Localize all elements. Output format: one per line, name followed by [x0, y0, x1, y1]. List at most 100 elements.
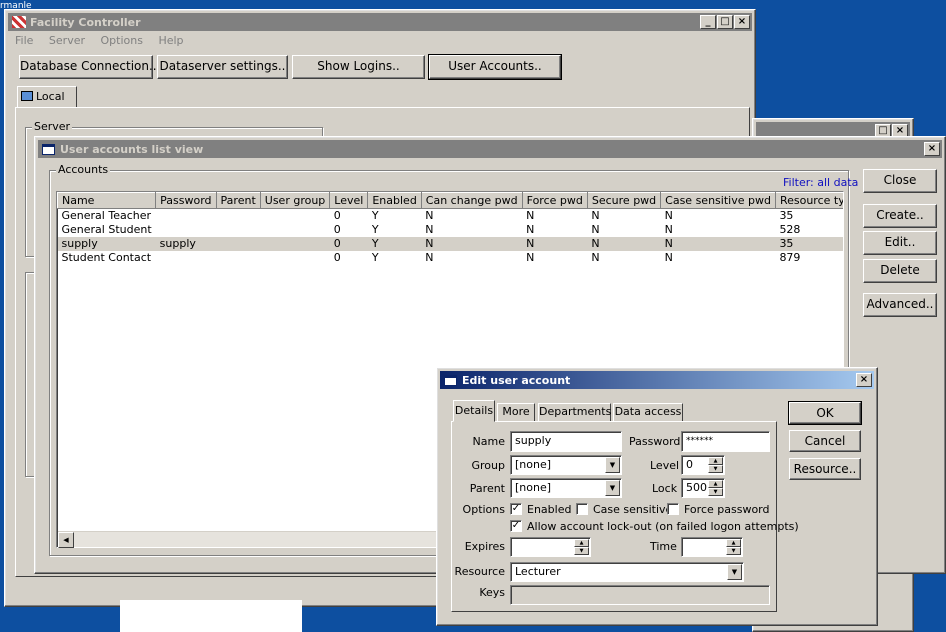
spin-down-icon[interactable]: ▼: [708, 488, 723, 496]
spin-down-icon[interactable]: ▼: [726, 547, 741, 555]
table-cell: 0: [333, 251, 341, 264]
filter-label[interactable]: Filter: all data: [783, 176, 858, 189]
table-cell: [156, 223, 216, 237]
force-password-label: Force password: [684, 503, 770, 516]
advanced-button[interactable]: Advanced..: [863, 293, 937, 317]
edit-button[interactable]: Edit..: [863, 231, 937, 255]
database-connection-button[interactable]: Database Connection..: [19, 55, 157, 79]
table-cell: Y: [371, 223, 379, 236]
table-cell: supply: [155, 236, 217, 251]
lockout-checkbox[interactable]: ✓: [510, 520, 522, 532]
time-input[interactable]: ▲ ▼: [681, 537, 743, 557]
col-header-level[interactable]: Level: [329, 192, 369, 209]
spin-up-icon[interactable]: ▲: [708, 457, 723, 465]
dialog-title-bar[interactable]: Edit user account ×: [440, 371, 874, 389]
create-button[interactable]: Create..: [863, 204, 937, 228]
table-cell: Y: [371, 251, 379, 264]
parent-label: Parent: [469, 482, 505, 495]
expires-spin-buttons[interactable]: ▲ ▼: [574, 539, 589, 555]
table-row[interactable]: supply supply 0 Y N N N N 35: [57, 236, 843, 251]
spin-down-icon[interactable]: ▼: [708, 465, 723, 473]
edit-user-account-dialog: Edit user account × Details More Departm…: [436, 367, 878, 626]
tab-more[interactable]: More: [497, 403, 535, 421]
password-input[interactable]: ******: [681, 431, 770, 452]
show-logins-button[interactable]: Show Logins..: [292, 55, 425, 79]
chevron-down-icon[interactable]: ▼: [605, 480, 620, 496]
dialog-close-button[interactable]: ×: [856, 373, 872, 387]
cancel-button[interactable]: Cancel: [789, 430, 861, 452]
table-cell: 35: [775, 236, 843, 251]
menu-file[interactable]: File: [15, 34, 33, 47]
col-header-secure-pwd[interactable]: Secure pwd: [586, 192, 662, 209]
enabled-checkbox[interactable]: ✓: [510, 503, 522, 515]
spin-up-icon[interactable]: ▲: [726, 539, 741, 547]
lockout-label: Allow account lock-out (on failed logon …: [527, 520, 799, 533]
col-header-resource-type[interactable]: Resource type: [774, 192, 843, 209]
table-cell: [260, 209, 330, 223]
lock-stepper[interactable]: 500 ▲ ▼: [681, 478, 725, 498]
scroll-left-button[interactable]: ◀: [58, 532, 74, 548]
user-accounts-button[interactable]: User Accounts..: [428, 54, 562, 80]
tab-details[interactable]: Details: [453, 400, 495, 422]
expires-input[interactable]: ▲ ▼: [510, 537, 591, 557]
table-cell: General Student: [61, 223, 152, 236]
delete-button[interactable]: Delete: [863, 259, 937, 283]
spin-down-icon[interactable]: ▼: [574, 547, 589, 555]
col-header-name[interactable]: Name: [57, 192, 157, 209]
list-title-bar[interactable]: User accounts list view ×: [38, 140, 942, 158]
table-cell: 0: [333, 223, 341, 236]
maximize-button[interactable]: □: [717, 15, 733, 29]
main-title-bar[interactable]: Facility Controller _ □ ×: [8, 13, 752, 31]
tab-data-access[interactable]: Data access: [613, 403, 683, 421]
resource-select[interactable]: Lecturer ▼: [510, 562, 744, 582]
table-cell: N: [591, 209, 600, 223]
tab-local-label: Local: [36, 90, 65, 103]
time-spin-buttons[interactable]: ▲ ▼: [726, 539, 741, 555]
chevron-down-icon[interactable]: ▼: [727, 564, 742, 580]
col-header-can-change-pwd[interactable]: Can change pwd: [420, 192, 523, 209]
force-password-checkbox[interactable]: [667, 503, 679, 515]
table-row[interactable]: General Teacher 0 Y N N N N 35: [58, 209, 844, 223]
resource-button[interactable]: Resource..: [789, 458, 861, 480]
table-cell: N: [522, 236, 588, 251]
tab-local[interactable]: Local: [17, 86, 77, 108]
lock-spin-buttons[interactable]: ▲ ▼: [708, 480, 723, 496]
menu-options[interactable]: Options: [101, 34, 143, 47]
col-header-user-group[interactable]: User group: [259, 192, 331, 209]
level-spin-buttons[interactable]: ▲ ▼: [708, 457, 723, 473]
close-button[interactable]: ×: [734, 15, 750, 29]
spin-up-icon[interactable]: ▲: [574, 539, 589, 547]
lock-label: Lock: [652, 482, 678, 495]
list-close-button[interactable]: ×: [924, 142, 940, 156]
tab-departments[interactable]: Departments: [538, 403, 611, 421]
table-cell: [260, 223, 330, 237]
parent-select[interactable]: [none] ▼: [510, 478, 622, 498]
spin-up-icon[interactable]: ▲: [708, 480, 723, 488]
table-row[interactable]: Student Contact 0 Y N N N N 879: [58, 251, 844, 265]
keys-field: [510, 585, 770, 605]
table-cell: N: [664, 223, 673, 236]
col-header-force-pwd[interactable]: Force pwd: [521, 192, 588, 209]
name-input[interactable]: supply: [510, 431, 622, 452]
options-label: Options: [462, 503, 505, 516]
case-sensitive-label: Case sensitive: [593, 503, 673, 516]
close-list-button[interactable]: Close: [863, 169, 937, 193]
dialog-title: Edit user account: [462, 373, 571, 387]
col-header-parent[interactable]: Parent: [215, 192, 261, 209]
accounts-table: Name Password Parent User group Level En…: [57, 192, 844, 265]
menu-server[interactable]: Server: [49, 34, 85, 47]
col-header-case-sensitive-pwd[interactable]: Case sensitive pwd: [660, 192, 776, 209]
menu-help[interactable]: Help: [158, 34, 183, 47]
table-row[interactable]: General Student 0 Y N N N N 528: [58, 223, 844, 237]
dataserver-settings-button[interactable]: Dataserver settings..: [157, 55, 288, 79]
level-stepper[interactable]: 0 ▲ ▼: [681, 455, 725, 475]
case-sensitive-checkbox[interactable]: [576, 503, 588, 515]
chevron-down-icon[interactable]: ▼: [605, 457, 620, 473]
minimize-button[interactable]: _: [700, 15, 716, 29]
group-select[interactable]: [none] ▼: [510, 455, 622, 475]
col-header-enabled[interactable]: Enabled: [367, 192, 422, 209]
ok-button[interactable]: OK: [788, 401, 862, 425]
table-cell: N: [425, 251, 434, 264]
table-cell: N: [425, 209, 434, 223]
col-header-password[interactable]: Password: [155, 192, 217, 209]
